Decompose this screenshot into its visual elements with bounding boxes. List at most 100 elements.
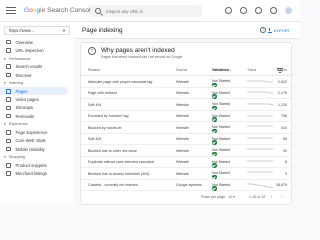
table-row[interactable]: Blocked due to access forbidden (403) Web… [81,168,293,180]
sidebar-section-shopping[interactable]: ▾ Shopping [0,153,74,161]
row-validation: Not Started [212,102,230,111]
col-source[interactable]: Source [176,68,187,72]
row-source: Website [176,160,189,165]
search-input[interactable] [106,8,201,14]
magnifier-icon [6,48,11,53]
trend-sparkline [247,91,273,93]
table-row[interactable]: Soft 404 Website Not Started 65 [81,134,293,145]
sidebar-section-performance[interactable]: ▾ Performance [0,55,74,63]
row-validation: Not Started [212,114,230,122]
row-reason: Blocked by robots.txt [88,125,122,130]
help-circle-icon[interactable]: ? [260,27,266,33]
row-reason: Blocked due to other 4xx issue [88,148,137,153]
hamburger-menu-icon[interactable] [6,6,16,16]
sidebar-item-sitemaps[interactable]: Sitemaps [0,104,74,112]
apps-icon[interactable] [270,7,277,14]
row-pages: 3 [285,171,287,176]
row-reason: Alternate page with proper canonical tag [88,79,153,84]
sidebar-item-mobile-usability[interactable]: Mobile Usability [0,145,74,153]
table-body: Alternate page with proper canonical tag… [81,76,293,191]
rows-per-page-select[interactable]: 10 ▾ [228,195,235,199]
sidebar-item-merchant-listings[interactable]: Merchant listings [0,170,74,178]
property-selector[interactable]: https://www... ▼ [4,26,70,35]
users-icon[interactable] [240,7,247,14]
collapse-caret-icon: ▾ [4,155,6,160]
url-inspect-search[interactable] [90,5,202,17]
row-source: Website [176,148,189,153]
row-validation: Not Started [212,160,230,168]
info-icon: ? [88,47,96,55]
sidebar-item-pages[interactable]: Pages [0,87,68,96]
collapse-caret-icon: ▾ [4,81,6,86]
prev-page-icon[interactable]: ‹ [271,195,272,199]
sidebar: https://www... ▼ Overview URL inspection ▾… [0,22,74,205]
help-icon[interactable] [225,7,232,14]
page-title: Page indexing [82,26,123,34]
row-pages: 8 [285,160,287,165]
row-pages: 1,125 [278,102,287,107]
sidebar-item-discover[interactable]: Discover [0,71,74,79]
row-source: Website [176,102,189,107]
sidebar-section-indexing[interactable]: ▾ Indexing [0,79,74,87]
not-indexed-card: ? Why pages aren't indexed Pages that ar… [80,42,293,205]
trend-sparkline [247,115,273,116]
row-source: Website [176,137,189,142]
card-subtitle: Pages that aren't indexed can't be serve… [101,55,183,59]
table-row[interactable]: Alternate page with proper canonical tag… [81,76,293,88]
sidebar-item-removals[interactable]: Removals [0,112,74,120]
row-reason: Soft 404 [88,102,102,107]
row-reason: Soft 404 [88,137,102,142]
download-icon [267,28,272,33]
sidebar-item-product-snippets[interactable]: Product snippets [0,161,74,169]
row-pages: 2,176 [278,91,287,96]
home-icon [6,39,11,45]
sidebar-section-experience[interactable]: ▾ Experience [0,120,74,128]
col-pages[interactable]: Pages [277,68,287,72]
chevron-down-icon: ▼ [62,28,66,33]
row-source: Website [176,125,189,130]
row-pages: 796 [281,114,287,119]
sidebar-item-core-web-vitals[interactable]: Core Web Vitals [0,137,74,145]
row-pages: 20 [283,148,287,153]
table-row[interactable]: Duplicate without user-selected canonica… [81,157,293,168]
row-pages: 65 [283,137,287,142]
table-row[interactable]: Blocked due to other 4xx issue Website Not… [81,145,293,157]
sidebar-item-page-experience[interactable]: Page Experience [0,128,74,136]
sort-arrow-icon: ↓ [229,68,232,72]
search-console-logo[interactable]: Google Search Console [24,7,94,14]
product-name: Search Console [47,7,95,14]
sidebar-item-overview[interactable]: Overview [0,38,74,46]
gauge-icon [6,138,11,144]
next-page-icon[interactable]: › [281,195,282,199]
col-reason[interactable]: Reason [88,68,100,72]
video-icon [6,97,11,102]
top-bar: Google Search Console [0,0,300,22]
table-row[interactable]: Blocked by robots.txt Website Not Started 3… [81,122,293,134]
table-row[interactable]: Excluded by 'noindex' tag Website Not Star… [81,111,293,122]
trend-sparkline [247,125,273,127]
table-row[interactable]: Page with redirect Website Not Started 2,17… [81,88,293,99]
bell-icon[interactable] [255,7,262,14]
row-pages: 38,679 [276,183,287,188]
export-button[interactable]: EXPORT [267,28,290,33]
pages-icon [6,89,11,94]
asterisk-icon [6,72,11,78]
row-source: Google systems [176,183,202,188]
trend-sparkline [247,148,273,150]
col-validation[interactable]: Validation ↓ [212,68,232,72]
row-reason: Crawled - currently not indexed [88,183,138,188]
row-validation: Not Started [212,148,230,157]
sidebar-item-search-results[interactable]: Search results [0,63,74,71]
pagination: Rows per page: 10 ▾ 1-10 of 13 ‹ › [81,190,293,204]
collapse-caret-icon: ▾ [4,122,6,127]
row-validation: Not Started [212,125,230,134]
avatar[interactable] [285,7,292,14]
sidebar-item-url-inspection[interactable]: URL inspection [0,46,74,54]
row-reason: Duplicate without user-selected canonica… [88,160,155,165]
table-row[interactable]: Soft 404 Website Not Started 1,125 [81,99,293,111]
row-validation: Not Started [212,79,230,88]
row-validation: Not Started [212,183,230,191]
row-source: Website [176,171,189,176]
row-validation: Not Started [212,91,230,99]
sidebar-item-video-pages[interactable]: Video pages [0,95,74,103]
